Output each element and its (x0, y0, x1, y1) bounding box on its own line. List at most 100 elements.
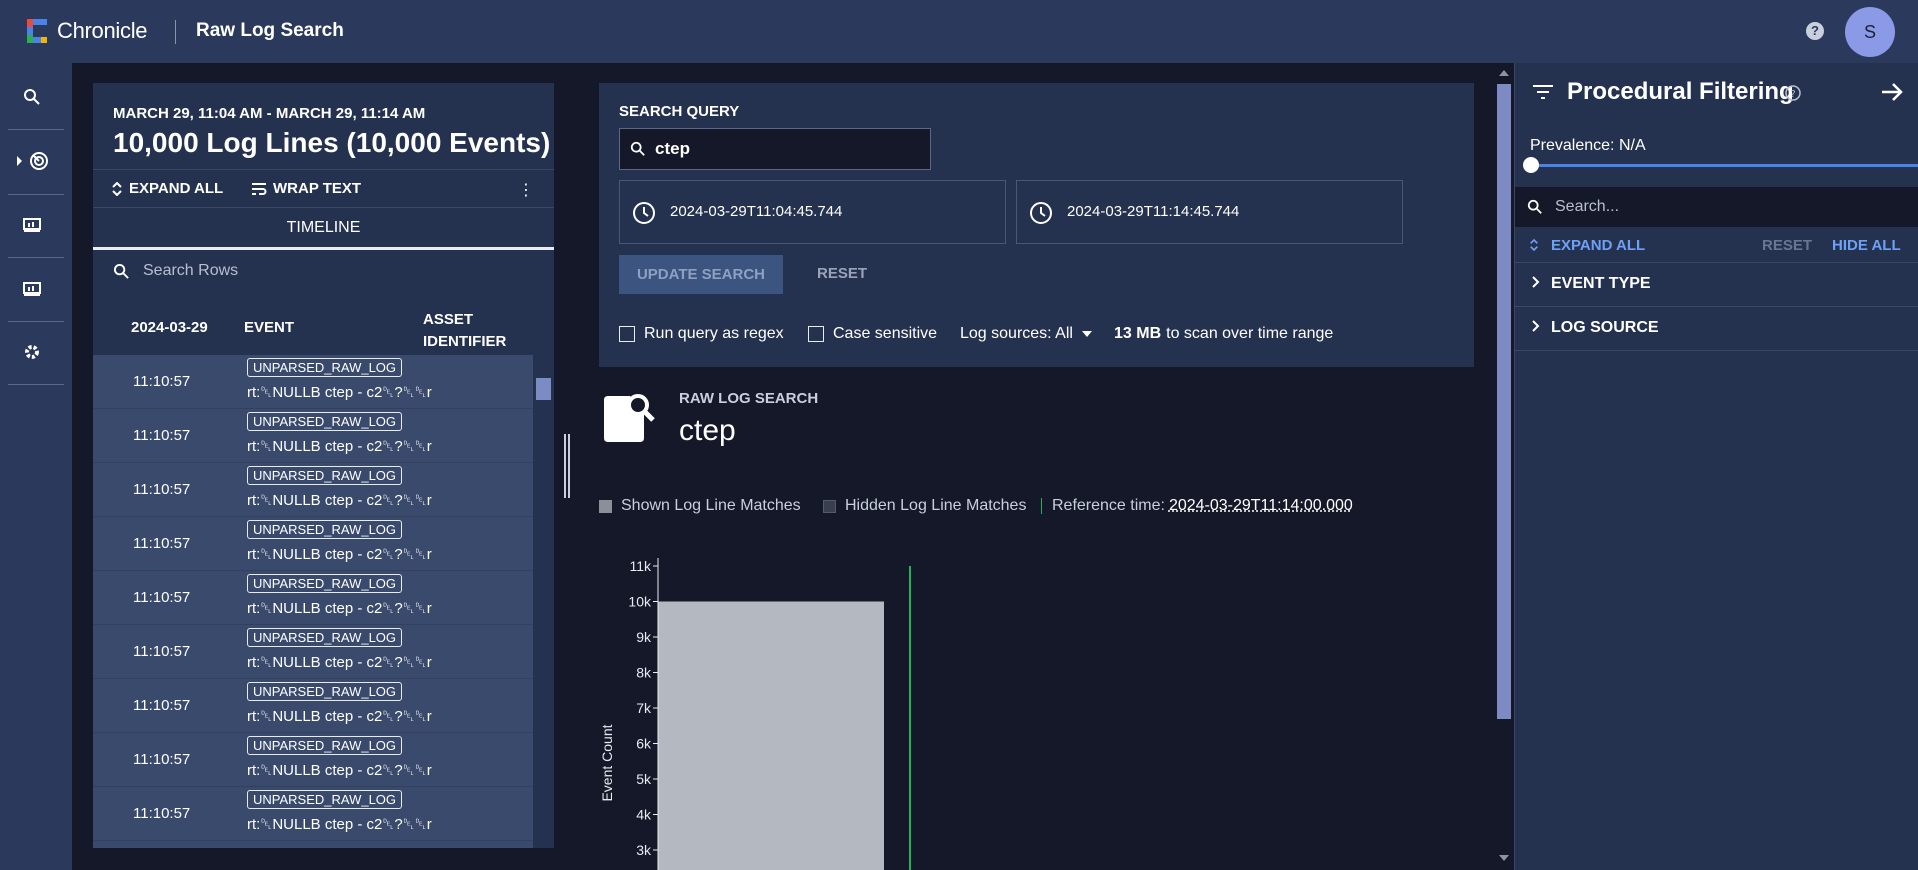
row-time: 11:10:57 (133, 427, 191, 444)
start-time-value: 2024-03-29T11:04:45.744 (670, 203, 843, 220)
reset-button[interactable]: RESET (817, 265, 867, 282)
search-rows-input[interactable]: Search Rows (93, 249, 554, 293)
panel-resize-handle[interactable] (564, 434, 570, 498)
update-search-button[interactable]: UPDATE SEARCH (619, 255, 783, 294)
column-header-asset[interactable]: ASSET IDENTIFIER (423, 309, 506, 353)
filter-reset-button[interactable]: RESET (1762, 237, 1812, 254)
y-tick-label: 8k (636, 665, 652, 681)
row-raw-log: rt:␡NULLB ctep - c2␡?␡␡r (247, 492, 432, 509)
reference-line-swatch (1041, 498, 1042, 514)
event-count-chart: 3k 4k 5k 6k 7k 8k 9k 10k 11k Event Count (599, 558, 911, 870)
scroll-down-icon[interactable] (1499, 855, 1509, 861)
case-sensitive-checkbox[interactable] (808, 326, 824, 342)
table-row[interactable]: 11:10:57 UNPARSED_RAW_LOG rt:␡NULLB ctep -… (93, 733, 533, 787)
table-row[interactable]: 11:10:57 UNPARSED_RAW_LOG rt:␡NULLB ctep -… (93, 571, 533, 625)
row-event-tag: UNPARSED_RAW_LOG (247, 628, 403, 647)
column-header-date[interactable]: 2024-03-29 (131, 319, 208, 336)
table-row[interactable]: 11:10:57 UNPARSED_RAW_LOG rt:␡NULLB ctep -… (93, 409, 533, 463)
results-toolbar: EXPAND ALL WRAP TEXT ⋮ (93, 169, 554, 207)
clock-icon (1030, 202, 1052, 224)
nav-dashboard-1[interactable] (0, 195, 64, 255)
reference-time-value[interactable]: 2024-03-29T11:14:00.000 (1169, 497, 1353, 515)
chart-bar (658, 601, 884, 870)
row-event-tag: UNPARSED_RAW_LOG (247, 358, 403, 377)
scroll-up-icon[interactable] (1499, 70, 1509, 76)
raw-log-search-query: ctep (679, 414, 736, 447)
nav-detection[interactable] (0, 131, 64, 191)
table-row[interactable]: 11:10:57 UNPARSED_RAW_LOG rt:␡NULLB ctep -… (93, 355, 533, 409)
case-sensitive-label: Case sensitive (833, 325, 938, 342)
row-raw-log: rt:␡NULLB ctep - c2␡?␡␡r (247, 546, 432, 563)
scan-size-info: 13 MB to scan over time range (1114, 325, 1333, 343)
app-title: Raw Log Search (196, 20, 344, 41)
more-options-icon[interactable]: ⋮ (518, 180, 534, 200)
search-icon (630, 141, 645, 156)
start-time-field[interactable]: 2024-03-29T11:04:45.744 (619, 180, 1006, 244)
table-row[interactable]: 11:10:57 UNPARSED_RAW_LOG rt:␡NULLB ctep -… (93, 679, 533, 733)
expand-all-label: EXPAND ALL (129, 180, 224, 197)
log-sources-dropdown[interactable]: Log sources: All (960, 325, 1092, 343)
y-tick-label: 10k (628, 594, 652, 610)
reference-time-label: Reference time: (1052, 497, 1165, 514)
filter-expand-all-button[interactable]: EXPAND ALL (1551, 237, 1645, 254)
search-rows-placeholder: Search Rows (143, 262, 239, 279)
gear-icon (25, 345, 39, 359)
table-row[interactable]: 11:10:57 UNPARSED_RAW_LOG rt:␡NULLB ctep -… (93, 787, 533, 841)
rows-scrollbar[interactable] (533, 355, 554, 848)
row-raw-log: rt:␡NULLB ctep - c2␡?␡␡r (247, 438, 432, 455)
main-scrollbar-thumb[interactable] (1497, 84, 1511, 719)
rows-scrollbar-thumb[interactable] (536, 378, 551, 400)
wrap-text-label: WRAP TEXT (273, 180, 362, 197)
scan-size-text: to scan over time range (1166, 325, 1334, 342)
raw-log-search-label: RAW LOG SEARCH (679, 390, 819, 407)
help-icon[interactable]: ? (1806, 22, 1824, 40)
info-help-icon[interactable]: ? (1785, 85, 1801, 101)
row-time: 11:10:57 (133, 697, 191, 714)
filter-hide-all-button[interactable]: HIDE ALL (1832, 237, 1901, 254)
wrap-text-button[interactable]: WRAP TEXT (251, 180, 361, 197)
row-event-tag: UNPARSED_RAW_LOG (247, 520, 403, 539)
filter-group-event-type[interactable]: EVENT TYPE (1515, 263, 1918, 307)
row-time: 11:10:57 (133, 481, 191, 498)
row-event-tag: UNPARSED_RAW_LOG (247, 682, 403, 701)
nav-dashboard-2[interactable] (0, 259, 64, 319)
expand-all-button[interactable]: EXPAND ALL (111, 180, 223, 197)
legend-hidden[interactable]: Hidden Log Line Matches (823, 497, 1026, 515)
svg-text:?: ? (1790, 89, 1795, 100)
row-raw-log: rt:␡NULLB ctep - c2␡?␡␡r (247, 762, 432, 779)
search-query-value: ctep (655, 139, 690, 158)
brand-name[interactable]: Chronicle (57, 18, 148, 44)
table-row[interactable]: 11:10:57 UNPARSED_RAW_LOG rt:␡NULLB ctep -… (93, 517, 533, 571)
row-time: 11:10:57 (133, 751, 191, 768)
y-tick-label: 4k (636, 807, 652, 823)
column-header-event[interactable]: EVENT (244, 319, 294, 336)
tab-timeline[interactable]: TIMELINE (93, 208, 554, 250)
regex-label: Run query as regex (644, 325, 784, 342)
y-tick-label: 5k (636, 771, 652, 787)
search-query-input[interactable]: ctep (619, 128, 931, 170)
dashboard-icon (23, 282, 41, 296)
caret-down-icon (1081, 331, 1092, 337)
search-icon (24, 89, 40, 105)
regex-option[interactable]: Run query as regex (619, 325, 784, 343)
table-row[interactable]: 11:10:57 UNPARSED_RAW_LOG rt:␡NULLB ctep -… (93, 463, 533, 517)
nav-settings[interactable] (0, 322, 64, 382)
legend-shown[interactable]: Shown Log Line Matches (599, 497, 801, 515)
regex-checkbox[interactable] (619, 326, 635, 342)
table-row[interactable]: 11:10:57 UNPARSED_RAW_LOG rt:␡NULLB ctep -… (93, 625, 533, 679)
chronicle-logo-icon (27, 19, 47, 43)
row-event-tag: UNPARSED_RAW_LOG (247, 790, 403, 809)
user-avatar[interactable]: S (1845, 7, 1895, 57)
end-time-field[interactable]: 2024-03-29T11:14:45.744 (1016, 180, 1403, 244)
nav-search[interactable] (0, 67, 64, 127)
row-raw-log: rt:␡NULLB ctep - c2␡?␡␡r (247, 708, 432, 725)
filter-group-log-source[interactable]: LOG SOURCE (1515, 307, 1918, 351)
prevalence-slider-thumb[interactable] (1523, 157, 1539, 173)
prevalence-slider-track[interactable] (1529, 164, 1918, 167)
arrow-right-icon[interactable] (1881, 82, 1903, 102)
case-sensitive-option[interactable]: Case sensitive (808, 325, 937, 343)
unfold-icon (1530, 238, 1538, 252)
row-raw-log: rt:␡NULLB ctep - c2␡?␡␡r (247, 654, 432, 671)
search-icon (113, 263, 129, 279)
filter-search-input[interactable]: Search... (1515, 187, 1918, 227)
